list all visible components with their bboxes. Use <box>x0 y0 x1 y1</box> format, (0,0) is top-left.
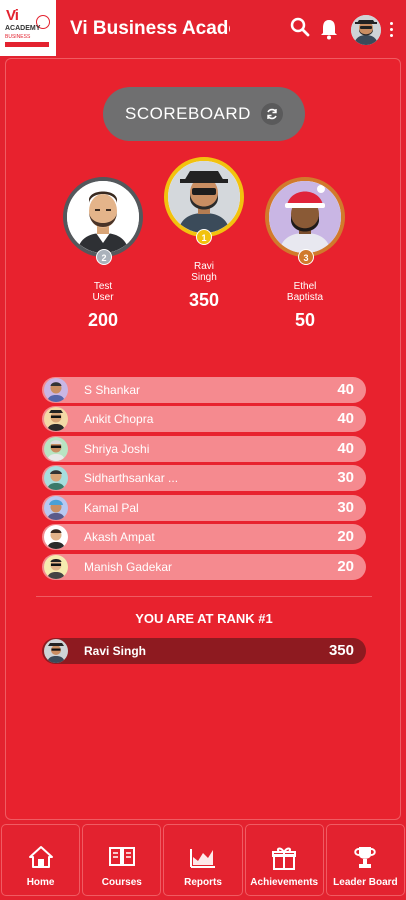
profile-avatar[interactable] <box>351 15 381 45</box>
last-name: User <box>92 292 114 303</box>
player-score: 40 <box>337 440 354 457</box>
my-rank-heading: YOU ARE AT RANK #1 <box>135 611 273 626</box>
chart-icon <box>189 845 217 874</box>
avatar <box>44 407 68 431</box>
list-item[interactable]: Manish Gadekar 20 <box>42 554 366 580</box>
player-name: Manish Gadekar <box>84 560 173 574</box>
last-name: Singh <box>191 272 217 283</box>
last-name: Baptista <box>286 292 324 303</box>
avatar <box>44 496 68 520</box>
avatar <box>265 177 345 257</box>
logo-brand: Vi <box>6 7 19 24</box>
list-item[interactable]: Sidharthsankar ... 30 <box>42 465 366 491</box>
player-name: Ankit Chopra <box>84 412 154 426</box>
avatar <box>44 639 68 663</box>
vi-academy-logo[interactable]: Vi ACADEMY BUSINESS <box>0 0 56 56</box>
nav-leader-board[interactable]: Leader Board <box>325 824 406 896</box>
player-name: S Shankar <box>84 383 141 397</box>
home-icon <box>28 845 54 874</box>
list-item[interactable]: Kamal Pal 30 <box>42 495 366 521</box>
nav-reports[interactable]: Reports <box>163 824 243 896</box>
player-name: Kamal Pal <box>84 501 139 515</box>
player-score: 20 <box>337 558 354 575</box>
logo-academy: ACADEMY <box>5 25 41 32</box>
player-score: 20 <box>337 528 354 545</box>
leaderboard-card: SCOREBOARD 2 Test User 200 1 Ravi Singh … <box>5 58 401 820</box>
silver-medal-icon: 2 <box>96 249 112 265</box>
bronze-medal-icon: 3 <box>298 249 314 265</box>
player-name: Sidharthsankar ... <box>84 471 179 485</box>
nav-achievements[interactable]: Achievements <box>244 824 324 896</box>
player-score: 30 <box>337 499 354 516</box>
refresh-icon[interactable] <box>260 103 283 125</box>
player-score: 30 <box>337 469 354 486</box>
book-icon <box>108 845 136 872</box>
overflow-menu-icon[interactable] <box>390 22 394 40</box>
podium-score: 350 <box>188 290 220 310</box>
search-icon[interactable] <box>290 17 310 42</box>
first-name: Ravi <box>193 261 214 272</box>
list-item[interactable]: Ankit Chopra 40 <box>42 406 366 432</box>
list-item[interactable]: S Shankar 40 <box>42 377 366 403</box>
app-title: Vi Business Acade... <box>70 18 230 39</box>
divider <box>36 596 372 597</box>
nav-home[interactable]: Home <box>1 824 81 896</box>
player-score: 40 <box>337 381 354 398</box>
player-name: Akash Ampat <box>84 530 155 544</box>
gift-icon <box>271 845 297 876</box>
scoreboard-button[interactable]: SCOREBOARD <box>103 87 305 141</box>
first-name: Test <box>93 281 113 292</box>
notification-bell-icon[interactable] <box>319 18 339 45</box>
list-item[interactable]: Akash Ampat 20 <box>42 524 366 550</box>
avatar <box>44 466 68 490</box>
my-rank-row[interactable]: Ravi Singh 350 <box>42 638 366 664</box>
avatar <box>164 157 244 237</box>
nav-label: Leader Board <box>333 877 398 888</box>
podium-name: Ravi Singh <box>164 261 244 283</box>
nav-label: Achievements <box>250 877 319 888</box>
gold-medal-icon: 1 <box>196 229 212 245</box>
my-score: 350 <box>328 642 354 659</box>
avatar <box>44 525 68 549</box>
trophy-icon <box>352 845 378 876</box>
nav-label: Home <box>26 877 55 888</box>
nav-label: Reports <box>184 877 222 888</box>
logo-sub: BUSINESS <box>5 34 31 40</box>
podium-score: 50 <box>294 310 316 330</box>
app-header: Vi ACADEMY BUSINESS Vi Business Acade... <box>0 0 406 58</box>
list-item[interactable]: Shriya Joshi 40 <box>42 436 366 462</box>
podium-score: 200 <box>87 310 119 330</box>
podium-name: Test User <box>63 281 143 303</box>
player-score: 40 <box>337 410 354 427</box>
logo-bar <box>5 42 49 47</box>
avatar <box>44 378 68 402</box>
bottom-navigation: Home Courses Reports Achievements Leader… <box>0 822 406 900</box>
nav-courses[interactable]: Courses <box>82 824 162 896</box>
scoreboard-label: SCOREBOARD <box>125 104 251 123</box>
avatar <box>63 177 143 257</box>
avatar <box>44 555 68 579</box>
my-name: Ravi Singh <box>84 644 147 658</box>
avatar <box>44 437 68 461</box>
player-name: Shriya Joshi <box>84 442 150 456</box>
nav-label: Courses <box>101 877 142 888</box>
podium-name: Ethel Baptista <box>265 281 345 303</box>
first-name: Ethel <box>293 281 317 292</box>
